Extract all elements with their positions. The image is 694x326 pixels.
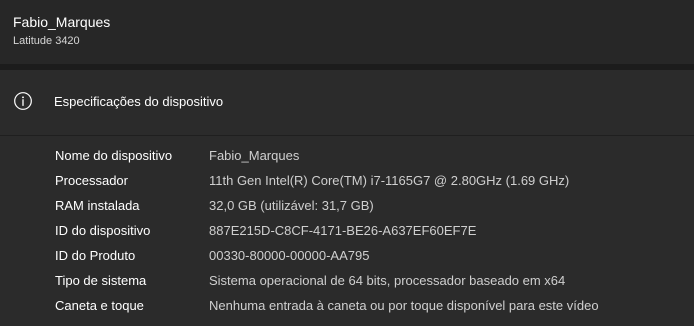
- info-icon: [13, 91, 33, 111]
- device-specifications-header[interactable]: Especificações do dispositivo: [0, 70, 694, 136]
- spec-value[interactable]: Nenhuma entrada à caneta ou por toque di…: [209, 298, 599, 314]
- spec-value[interactable]: 00330-80000-00000-AA795: [209, 248, 369, 264]
- device-name: Fabio_Marques: [13, 14, 111, 30]
- spec-label: ID do Produto: [55, 248, 136, 263]
- device-header[interactable]: Fabio_Marques Latitude 3420: [0, 0, 694, 64]
- spec-label: ID do dispositivo: [55, 223, 151, 238]
- spec-value[interactable]: Sistema operacional de 64 bits, processa…: [209, 273, 565, 289]
- device-model: Latitude 3420: [13, 35, 80, 47]
- spec-label: Nome do dispositivo: [55, 148, 173, 163]
- spec-label: Caneta e toque: [55, 298, 144, 313]
- spec-row-installed-ram: RAM instalada 32,0 GB (utilizável: 31,7 …: [0, 198, 694, 223]
- spec-label: Processador: [55, 173, 128, 188]
- section-title: Especificações do dispositivo: [54, 94, 224, 109]
- spec-value[interactable]: 11th Gen Intel(R) Core(TM) i7-1165G7 @ 2…: [209, 173, 569, 189]
- device-specifications-card: Especificações do dispositivo Nome do di…: [0, 70, 694, 326]
- spec-row-processor: Processador 11th Gen Intel(R) Core(TM) i…: [0, 173, 694, 198]
- spec-value[interactable]: 32,0 GB (utilizável: 31,7 GB): [209, 198, 374, 214]
- spec-value[interactable]: 887E215D-C8CF-4171-BE26-A637EF60EF7E: [209, 223, 476, 239]
- spec-label: RAM instalada: [55, 198, 140, 213]
- spec-list: Nome do dispositivo Fabio_Marques Proces…: [0, 148, 694, 323]
- spec-row-product-id: ID do Produto 00330-80000-00000-AA795: [0, 248, 694, 273]
- spec-row-device-name: Nome do dispositivo Fabio_Marques: [0, 148, 694, 173]
- spec-label: Tipo de sistema: [55, 273, 147, 288]
- spec-row-pen-and-touch: Caneta e toque Nenhuma entrada à caneta …: [0, 298, 694, 323]
- spec-row-system-type: Tipo de sistema Sistema operacional de 6…: [0, 273, 694, 298]
- spec-row-device-id: ID do dispositivo 887E215D-C8CF-4171-BE2…: [0, 223, 694, 248]
- spec-value[interactable]: Fabio_Marques: [209, 148, 299, 164]
